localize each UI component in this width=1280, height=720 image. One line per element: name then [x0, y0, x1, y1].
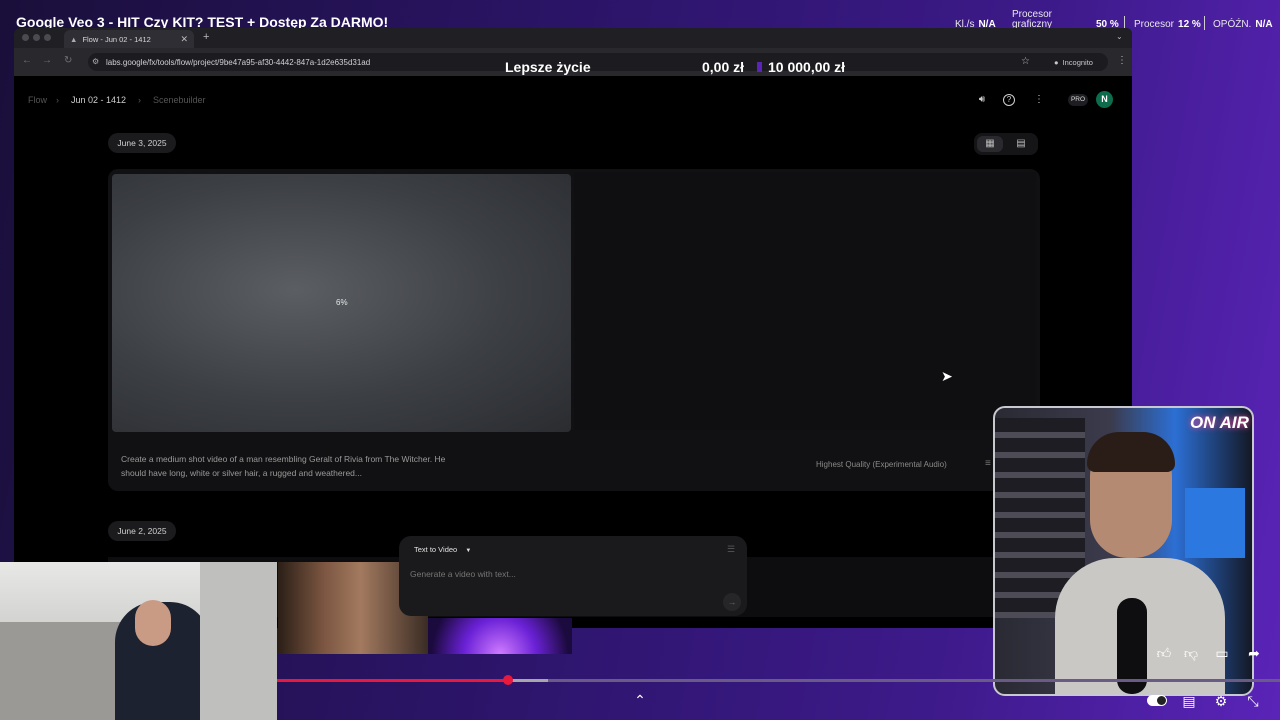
gpu-label: Procesor graficzny: [1012, 9, 1053, 30]
empty-video-slot: [574, 172, 1036, 430]
flow-favicon-icon: ▲: [70, 34, 78, 44]
exit-fullscreen-icon[interactable]: ⤡: [1243, 693, 1263, 710]
forward-icon[interactable]: →: [42, 55, 52, 66]
more-vert-icon[interactable]: ⋮: [1032, 93, 1046, 107]
cpu-label: Procesor: [1134, 18, 1175, 30]
mouse-cursor-icon: ➤: [941, 368, 953, 384]
incognito-icon: ●: [1054, 58, 1059, 67]
breadcrumb-chevron-icon: ›: [138, 95, 141, 105]
video-thumbnail-purple[interactable]: [428, 618, 572, 654]
breadcrumb-scenebuilder[interactable]: Scenebuilder: [153, 95, 206, 105]
browser-tab[interactable]: ▲ Flow - Jun 02 - 1412 ✕: [64, 30, 194, 48]
new-tab-icon[interactable]: +: [203, 31, 209, 43]
like-icon[interactable]: 👍︎: [1154, 645, 1174, 662]
goal-banner-title: Lepsze życie: [505, 59, 591, 75]
tab-title: Flow - Jun 02 - 1412: [82, 34, 151, 44]
chevron-up-icon[interactable]: ⌃: [630, 692, 650, 709]
generation-progress: 6%: [336, 298, 348, 307]
mode-selector[interactable]: Text to Video ▼: [414, 545, 471, 554]
url-text[interactable]: labs.google/fx/tools/flow/project/9be47a…: [106, 58, 370, 67]
creator-hair: [1087, 432, 1175, 472]
autoplay-toggle-icon[interactable]: [1147, 695, 1167, 706]
streamer-face: [135, 600, 171, 646]
breadcrumb-chevron-icon: ›: [56, 95, 59, 105]
back-icon[interactable]: ←: [22, 55, 32, 66]
stat-divider: [1204, 16, 1205, 30]
window-close-dot[interactable]: [22, 34, 29, 41]
tab-search-icon[interactable]: ⌄: [1116, 32, 1123, 41]
couch: [0, 622, 130, 720]
background-monitor: [1185, 488, 1245, 558]
site-info-icon[interactable]: ⚙: [92, 57, 99, 66]
cpu-stat: Procesor 12 %: [1134, 0, 1201, 48]
window-maximize-dot[interactable]: [44, 34, 51, 41]
window-minimize-dot[interactable]: [33, 34, 40, 41]
close-tab-icon[interactable]: ✕: [180, 34, 188, 45]
goal-progress-separator: [757, 62, 762, 72]
pro-badge: PRO: [1068, 94, 1088, 106]
goal-target-amount: 10 000,00 zł: [768, 59, 846, 75]
seek-played: [277, 679, 508, 682]
latency-stat: OPÓŹN. N/A: [1213, 0, 1273, 48]
toggle-knob: [1157, 696, 1166, 705]
tab-strip: ▲ Flow - Jun 02 - 1412 ✕ + ⌄: [14, 28, 1132, 48]
mode-dropdown-icon: ▼: [465, 548, 472, 554]
on-air-sign: ON AIR: [1190, 413, 1249, 432]
prompt-input[interactable]: [408, 568, 722, 580]
webcam-streamer: [0, 562, 277, 720]
goal-current-amount: 0,00 zł: [702, 59, 745, 75]
incognito-indicator[interactable]: ● Incognito: [1054, 58, 1093, 67]
options-icon[interactable]: ≡: [985, 458, 991, 469]
settings-icon[interactable]: ⚙: [1211, 693, 1231, 710]
breadcrumb-project[interactable]: Jun 02 - 1412: [71, 95, 126, 105]
incognito-label: Incognito: [1062, 58, 1093, 67]
subtitles-icon[interactable]: ▤: [1179, 693, 1199, 710]
dislike-icon[interactable]: 👎︎: [1181, 645, 1201, 662]
prompt-text: Create a medium shot video of a man rese…: [121, 454, 446, 478]
share-icon[interactable]: ➦: [1244, 645, 1264, 662]
breadcrumb-flow[interactable]: Flow: [28, 95, 47, 105]
seek-handle[interactable]: [503, 675, 513, 685]
reload-icon[interactable]: ↻: [64, 55, 72, 66]
view-toggle: ▦ ▤: [974, 133, 1038, 155]
latency-label: OPÓŹN.: [1213, 18, 1252, 30]
browser-menu-icon[interactable]: ⋮: [1117, 55, 1127, 66]
comment-icon[interactable]: ▭: [1212, 645, 1232, 662]
mode-label: Text to Video: [414, 545, 458, 554]
list-view-icon[interactable]: ▤: [1008, 136, 1034, 152]
cpu-value: 12 %: [1178, 18, 1201, 30]
quality-label: Highest Quality (Experimental Audio): [816, 460, 947, 469]
grid-view-icon[interactable]: ▦: [977, 136, 1003, 152]
send-icon[interactable]: →: [723, 593, 741, 611]
volume-icon[interactable]: 🔊︎: [975, 93, 989, 107]
latency-value: N/A: [1255, 18, 1273, 30]
date-chip: June 2, 2025: [108, 521, 176, 541]
help-icon[interactable]: ?: [1003, 94, 1015, 106]
date-chip: June 3, 2025: [108, 133, 176, 153]
avatar[interactable]: N: [1096, 91, 1113, 108]
composer-settings-icon[interactable]: ☰: [727, 544, 735, 555]
room-wall: [200, 562, 277, 720]
bookmark-star-icon[interactable]: ☆: [1021, 56, 1030, 67]
